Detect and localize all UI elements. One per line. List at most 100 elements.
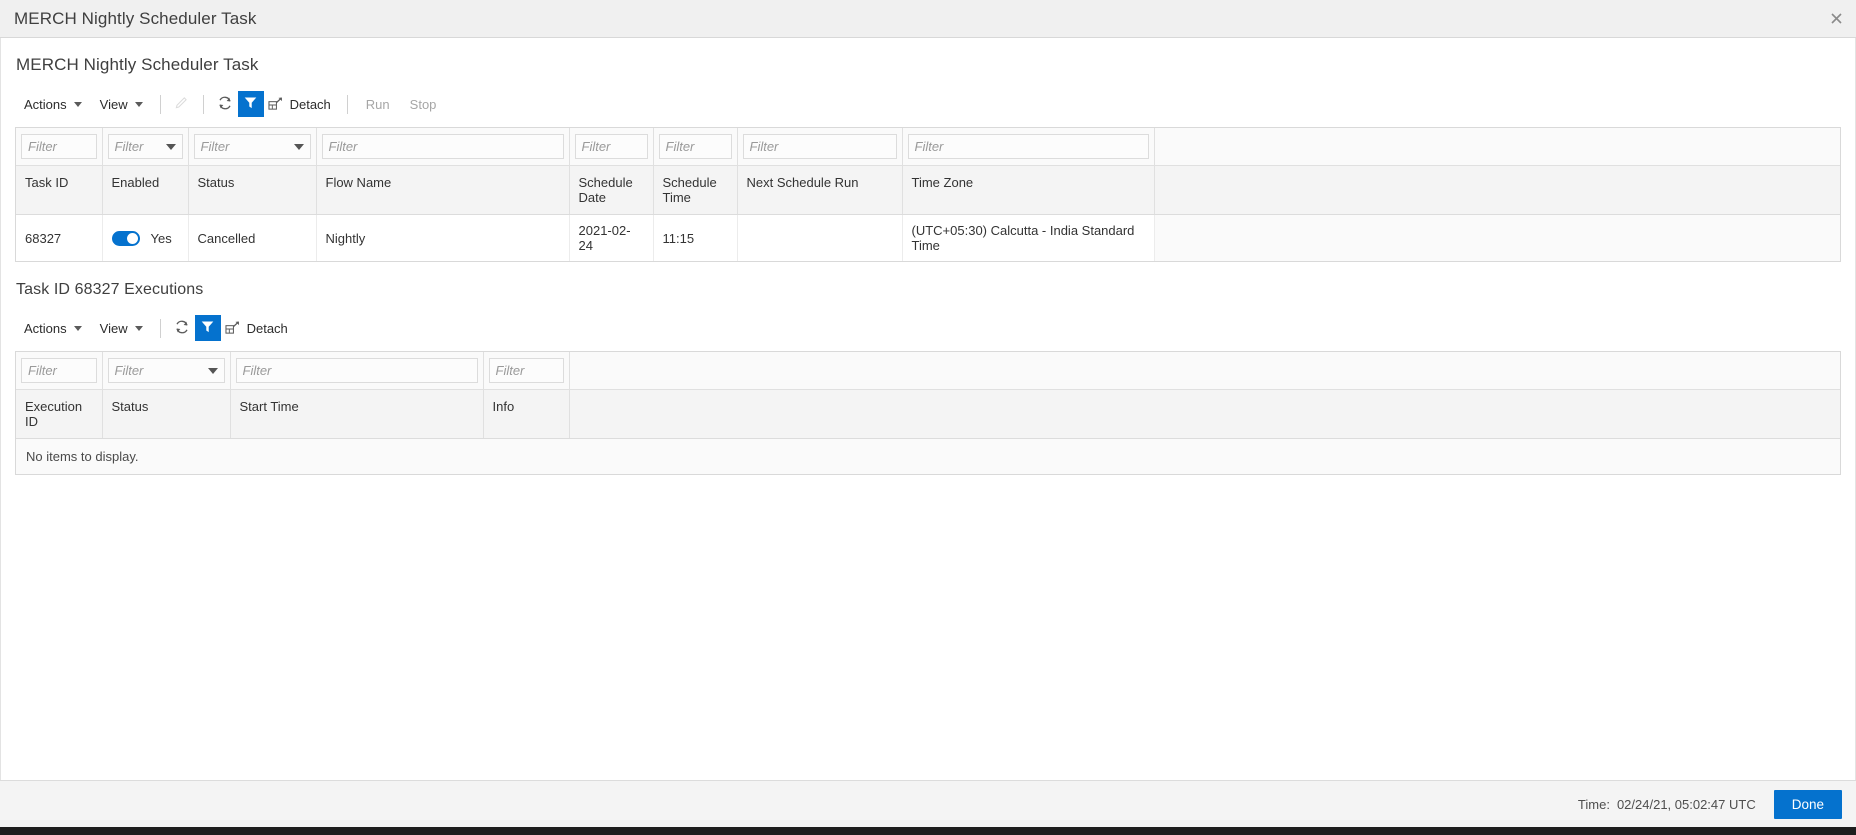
column-header-label: Info xyxy=(492,399,515,414)
filter-input-next-schedule-run[interactable]: Filter xyxy=(742,134,897,159)
column-header-label: Next Schedule Run xyxy=(746,175,859,190)
filter-placeholder: Filter xyxy=(200,139,230,154)
executions-empty-row: No items to display. xyxy=(16,438,1840,474)
task-filter-row: Filter Filter Filter Filter Filter Filter Filt… xyxy=(16,128,1840,166)
filter-cell-task-id: Filter xyxy=(16,128,103,166)
column-header-execution-id[interactable]: Execution ID xyxy=(16,389,103,439)
filter-input-time-zone[interactable]: Filter xyxy=(907,134,1149,159)
column-header-task-id[interactable]: Task ID xyxy=(16,165,103,215)
page-title: MERCH Nightly Scheduler Task xyxy=(16,55,259,74)
dialog-footer: Time: 02/24/21, 05:02:47 UTC Done xyxy=(0,780,1856,827)
filter-placeholder: Filter xyxy=(328,139,358,154)
executions-actions-menu[interactable]: Actions xyxy=(15,315,91,341)
footer-time-value: 02/24/21, 05:02:47 UTC xyxy=(1616,796,1756,812)
task-grid: Filter Filter Filter Filter Filter Filter Filt… xyxy=(15,127,1841,262)
filter-input-enabled[interactable]: Filter xyxy=(107,134,183,159)
task-view-menu[interactable]: View xyxy=(91,91,152,117)
filter-input-schedule-date[interactable]: Filter xyxy=(574,134,648,159)
column-header-label: Execution ID xyxy=(25,399,83,429)
enabled-toggle-switch[interactable] xyxy=(111,230,140,246)
filter-placeholder: Filter xyxy=(114,363,144,378)
filter-cell-flow-name: Filter xyxy=(316,128,570,166)
funnel-filter-icon xyxy=(243,95,258,113)
task-header-row: Task ID Enabled Status Flow Name Schedule Da… xyxy=(16,165,1840,215)
filter-input-task-id[interactable]: Filter xyxy=(21,134,97,159)
scheduler-task-dialog: MERCH Nightly Scheduler Task MERCH Night… xyxy=(0,0,1856,835)
table-row[interactable]: 68327 Yes Cancelled Nightly 2021-02-24 11:15 (… xyxy=(16,214,1840,261)
column-header-schedule-date[interactable]: Schedule Date xyxy=(569,165,654,215)
filter-input-info[interactable]: Filter xyxy=(488,358,564,383)
filter-cell-status: Filter xyxy=(102,352,231,390)
chevron-down-icon[interactable] xyxy=(293,143,304,150)
filter-placeholder: Filter xyxy=(665,139,695,154)
column-header-label: Time Zone xyxy=(911,175,974,190)
chevron-down-icon[interactable] xyxy=(165,143,176,150)
detach-task-button[interactable]: Detach xyxy=(264,91,339,117)
cell-task-id: 68327 xyxy=(16,214,103,261)
executions-actions-label: Actions xyxy=(24,320,67,336)
filter-task-button[interactable] xyxy=(237,91,264,117)
chevron-down-icon xyxy=(73,325,82,331)
filter-input-start-time[interactable]: Filter xyxy=(235,358,478,383)
enabled-toggle-cell: Yes xyxy=(111,230,179,246)
chevron-down-icon xyxy=(134,325,143,331)
bottom-strip xyxy=(0,827,1856,835)
filter-input-status[interactable]: Filter xyxy=(193,134,311,159)
close-icon[interactable] xyxy=(1816,0,1856,37)
task-toolbar: Actions View Detach Run Stop xyxy=(15,87,1841,121)
chevron-down-icon[interactable] xyxy=(207,367,218,374)
filter-input-execution-id[interactable]: Filter xyxy=(21,358,97,383)
task-actions-menu[interactable]: Actions xyxy=(15,91,91,117)
cell-schedule-time: 11:15 xyxy=(653,214,738,261)
detach-executions-label: Detach xyxy=(246,320,288,336)
column-header-time-zone[interactable]: Time Zone xyxy=(902,165,1155,215)
row-spacer-cell xyxy=(1154,214,1840,261)
filter-input-schedule-time[interactable]: Filter xyxy=(658,134,732,159)
filter-executions-button[interactable] xyxy=(194,315,221,341)
filter-input-status[interactable]: Filter xyxy=(107,358,225,383)
column-header-label: Flow Name xyxy=(325,175,392,190)
filter-placeholder: Filter xyxy=(242,363,272,378)
column-header-label: Schedule Time xyxy=(662,175,717,205)
column-header-start-time[interactable]: Start Time xyxy=(230,389,484,439)
toolbar-divider xyxy=(202,94,204,114)
filter-cell-schedule-date: Filter xyxy=(569,128,654,166)
executions-view-menu[interactable]: View xyxy=(91,315,152,341)
column-header-status[interactable]: Status xyxy=(102,389,231,439)
filter-spacer-cell xyxy=(569,352,1840,390)
refresh-task-button[interactable] xyxy=(212,91,238,117)
enabled-toggle-label: Yes xyxy=(150,230,172,246)
executions-table: Filter Filter Filter Filter Execution ID Sta… xyxy=(16,352,1840,474)
toggle-knob xyxy=(125,231,139,245)
stop-task-button: Stop xyxy=(409,96,437,112)
window-titlebar: MERCH Nightly Scheduler Task xyxy=(0,0,1856,38)
filter-cell-start-time: Filter xyxy=(230,352,484,390)
toolbar-divider xyxy=(159,94,161,114)
column-header-info[interactable]: Info xyxy=(483,389,570,439)
column-header-next-schedule-run[interactable]: Next Schedule Run xyxy=(737,165,903,215)
column-header-flow-name[interactable]: Flow Name xyxy=(316,165,570,215)
column-header-status[interactable]: Status xyxy=(188,165,317,215)
toolbar-divider xyxy=(159,318,161,338)
cell-next-schedule-run xyxy=(737,214,903,261)
funnel-filter-icon xyxy=(200,319,215,337)
filter-cell-next-schedule-run: Filter xyxy=(737,128,903,166)
detach-task-label: Detach xyxy=(289,96,331,112)
filter-placeholder: Filter xyxy=(914,139,944,154)
column-header-schedule-time[interactable]: Schedule Time xyxy=(653,165,738,215)
refresh-executions-button[interactable] xyxy=(169,315,195,341)
filter-cell-execution-id: Filter xyxy=(16,352,103,390)
column-header-enabled[interactable]: Enabled xyxy=(102,165,189,215)
detach-executions-button[interactable]: Detach xyxy=(221,315,296,341)
detach-icon xyxy=(268,97,283,111)
cell-time-zone: (UTC+05:30) Calcutta - India Standard Ti… xyxy=(902,214,1155,261)
done-button[interactable]: Done xyxy=(1773,789,1842,819)
chevron-down-icon xyxy=(134,101,143,107)
filter-placeholder: Filter xyxy=(495,363,525,378)
column-header-label: Start Time xyxy=(239,399,299,414)
filter-cell-schedule-time: Filter xyxy=(653,128,738,166)
filter-input-flow-name[interactable]: Filter xyxy=(321,134,564,159)
filter-cell-enabled: Filter xyxy=(102,128,189,166)
executions-toolbar: Actions View Detach xyxy=(15,311,1841,345)
executions-header-row: Execution ID Status Start Time Info xyxy=(16,389,1840,439)
